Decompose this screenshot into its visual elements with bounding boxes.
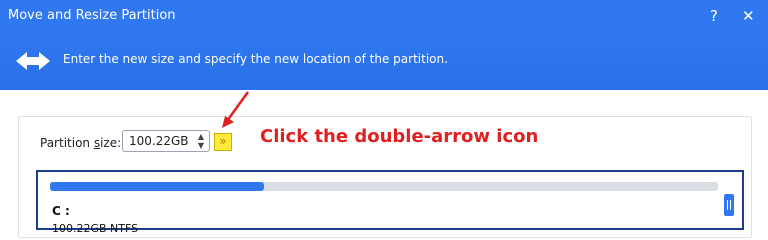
instruction-callout: Click the double-arrow icon	[260, 126, 539, 147]
instruction-banner: Enter the new size and specify the new l…	[0, 34, 768, 90]
partition-info: 100.22GB NTFS	[52, 222, 139, 235]
resize-handle[interactable]	[724, 194, 734, 216]
dialog-title: Move and Resize Partition	[8, 8, 176, 23]
partition-size-input[interactable]	[129, 134, 191, 148]
usage-bar-fill	[50, 182, 264, 191]
usage-bar	[50, 182, 718, 191]
partition-size-stepper[interactable]: ▲ ▼	[122, 130, 210, 152]
double-arrow-icon[interactable]: »	[214, 133, 232, 151]
instruction-text: Enter the new size and specify the new l…	[63, 52, 448, 66]
partition-map: C : 100.22GB NTFS	[36, 170, 744, 235]
title-bar: Move and Resize Partition ? ✕	[0, 0, 768, 34]
callout-arrow-icon	[222, 91, 250, 128]
move-resize-dialog: Move and Resize Partition ? ✕ Enter the …	[0, 0, 768, 238]
drive-letter: C :	[52, 204, 70, 218]
spin-up-button[interactable]: ▲	[195, 132, 207, 141]
spin-down-button[interactable]: ▼	[195, 141, 207, 150]
close-button[interactable]: ✕	[742, 7, 755, 25]
double-headed-arrow-icon	[16, 52, 50, 70]
partition-size-label: Partition size:	[40, 136, 122, 150]
help-button[interactable]: ?	[710, 7, 718, 25]
